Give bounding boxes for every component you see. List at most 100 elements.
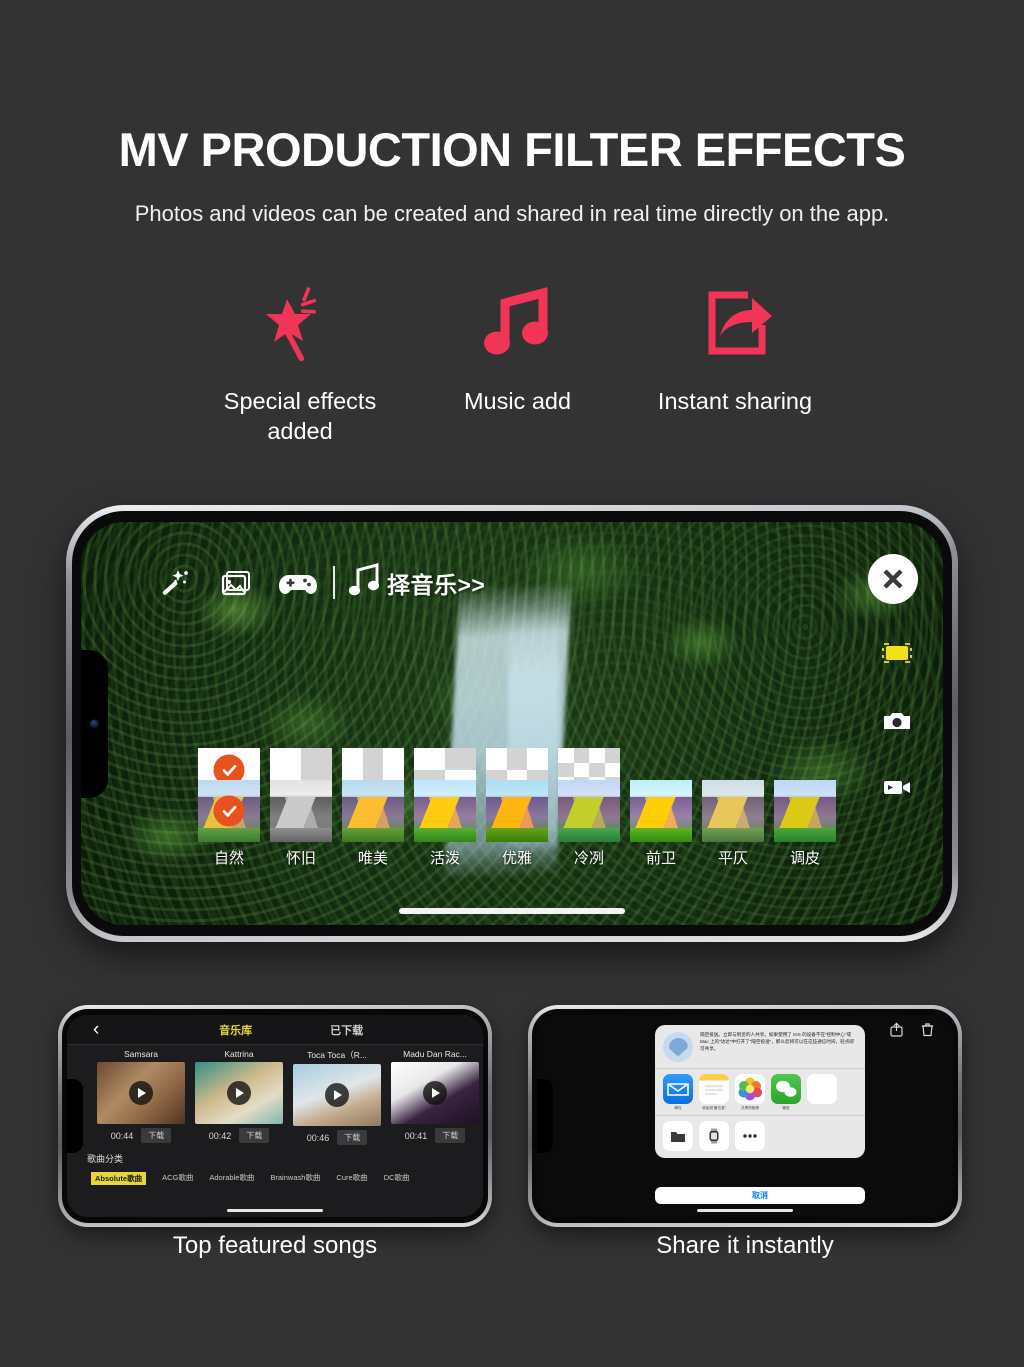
list-item[interactable]: Madu Dan Rac... 00:41 下载 — [391, 1049, 479, 1145]
category-chip[interactable]: Absolute歌曲 — [91, 1172, 147, 1185]
list-item[interactable]: Kattrina 00:42 下载 — [195, 1049, 283, 1145]
thumb-grass — [558, 828, 620, 842]
filter-label: 自然 — [213, 850, 244, 867]
close-button[interactable] — [868, 554, 918, 604]
phone-bezel: ‹ 音乐库 已下载 Samsara 00:44 下载 Kattrina 00:4… — [62, 1009, 488, 1223]
editor-toolbar: 择音乐>> — [143, 560, 485, 605]
thumb-grass — [198, 828, 260, 842]
filter-item[interactable]: 怀旧 — [270, 780, 332, 868]
gamepad-icon[interactable] — [267, 566, 329, 600]
page-title: MV PRODUCTION FILTER EFFECTS — [118, 123, 906, 176]
filter-item[interactable]: 自然 — [198, 780, 260, 868]
airdrop-glyph — [668, 1037, 688, 1057]
category-list: Absolute歌曲 ACG歌曲 Adorable歌曲 Brainwash歌曲 … — [67, 1165, 483, 1185]
filter-item[interactable]: 唯美 — [342, 780, 404, 868]
page-subtitle: Photos and videos can be created and sha… — [134, 201, 890, 226]
list-item[interactable]: Toca Toca（R... 00:46 下载 — [293, 1049, 381, 1145]
song-title: Toca Toca（R... — [307, 1050, 367, 1060]
layout-cell — [589, 748, 605, 763]
play-icon — [236, 1088, 244, 1098]
category-chip[interactable]: Brainwash歌曲 — [270, 1172, 320, 1185]
filter-thumbnail — [630, 780, 692, 842]
filter-item[interactable]: 平仄 — [702, 780, 764, 868]
play-button[interactable] — [423, 1081, 447, 1105]
song-title: Kattrina — [224, 1049, 254, 1059]
layout-cell — [506, 748, 528, 770]
play-icon — [138, 1088, 146, 1098]
more-icon[interactable] — [735, 1120, 765, 1151]
list-item[interactable]: Samsara 00:44 下载 — [97, 1049, 185, 1145]
watch-icon[interactable] — [699, 1120, 729, 1151]
layout-cell — [558, 748, 574, 763]
share-sheet-panel: 隔空投送。立即与附近的人共享。如果使用了 iOS 的设备不在“控制中心”或 Ma… — [655, 1025, 865, 1158]
airdrop-icon[interactable] — [663, 1032, 693, 1062]
filter-item[interactable]: 冷冽 — [558, 780, 620, 868]
share-app[interactable]: 邮件 — [663, 1074, 693, 1111]
tab-music-library[interactable]: 音乐库 — [219, 1022, 252, 1038]
home-indicator — [227, 1209, 323, 1212]
airdrop-description: 隔空投送。立即与附近的人共享。如果使用了 iOS 的设备不在“控制中心”或 Ma… — [700, 1032, 854, 1051]
filter-thumbnail — [774, 780, 836, 842]
layout-cell — [527, 748, 548, 770]
filter-thumbnail — [558, 780, 620, 842]
music-note-icon[interactable] — [344, 560, 384, 605]
notch — [537, 1079, 553, 1153]
play-button[interactable] — [227, 1081, 251, 1105]
front-camera-icon — [90, 719, 99, 728]
share-app[interactable] — [807, 1074, 837, 1111]
filter-item[interactable]: 调皮 — [774, 780, 836, 868]
filter-row: 自然 怀旧 唯美 活泼 优雅 冷冽 前卫 平仄 调皮 — [198, 780, 836, 868]
more-app-icon — [807, 1074, 837, 1104]
filter-item[interactable]: 活泼 — [414, 780, 476, 868]
files-icon[interactable] — [663, 1120, 693, 1151]
thumb-grass — [486, 828, 548, 842]
select-music-label[interactable]: 择音乐>> — [387, 566, 485, 600]
category-chip[interactable]: Cure歌曲 — [336, 1172, 367, 1185]
thumb-grass — [270, 828, 332, 842]
video-camera-icon[interactable] — [882, 776, 912, 803]
category-chip[interactable]: Adorable歌曲 — [209, 1172, 254, 1185]
filter-item[interactable]: 优雅 — [486, 780, 548, 868]
album-art — [391, 1062, 479, 1124]
toolbar-divider — [333, 566, 335, 599]
thumb-grass — [414, 828, 476, 842]
filter-item[interactable]: 前卫 — [630, 780, 692, 868]
download-button[interactable]: 下载 — [435, 1128, 466, 1143]
share-icon[interactable] — [889, 1022, 904, 1042]
share-app[interactable]: 添加到“备忘录” — [699, 1074, 729, 1111]
category-chip[interactable]: ACG歌曲 — [162, 1172, 193, 1185]
notch — [81, 649, 108, 798]
download-button[interactable]: 下载 — [141, 1128, 172, 1143]
home-indicator — [697, 1209, 793, 1212]
layout-cell — [414, 748, 445, 770]
music-library-tabs: 音乐库 已下载 — [99, 1022, 483, 1038]
phone-share-sheet: 隔空投送。立即与附近的人共享。如果使用了 iOS 的设备不在“控制中心”或 Ma… — [528, 1005, 962, 1227]
tab-downloaded[interactable]: 已下载 — [330, 1022, 363, 1038]
notch — [67, 1079, 83, 1153]
thumb-grass — [630, 828, 692, 842]
music-library-navbar: ‹ 音乐库 已下载 — [67, 1015, 483, 1045]
filter-label: 唯美 — [357, 850, 388, 867]
play-button[interactable] — [129, 1081, 153, 1105]
filter-label: 优雅 — [501, 850, 532, 867]
share-app[interactable]: 微信 — [771, 1074, 801, 1111]
magic-wand-icon[interactable] — [143, 565, 205, 601]
filmstrip-frame-icon[interactable] — [881, 640, 913, 671]
phone-editor: 择音乐>> 自然 怀旧 唯美 活泼 优雅 冷冽 前卫 平仄 调皮 — [66, 505, 958, 942]
image-icon[interactable] — [205, 566, 267, 600]
download-button[interactable]: 下载 — [337, 1130, 368, 1145]
play-button[interactable] — [325, 1083, 349, 1107]
share-app[interactable]: 共享的相簿 — [735, 1074, 765, 1111]
play-icon — [334, 1090, 342, 1100]
cancel-button[interactable]: 取消 — [655, 1187, 865, 1204]
trash-icon[interactable] — [920, 1022, 935, 1042]
album-art — [195, 1062, 283, 1124]
home-indicator — [399, 908, 625, 914]
song-duration: 00:41 — [404, 1130, 428, 1141]
download-button[interactable]: 下载 — [239, 1128, 270, 1143]
category-chip[interactable]: DC歌曲 — [384, 1172, 410, 1185]
camera-icon[interactable] — [882, 709, 912, 738]
feature-music-add: Music add — [423, 278, 613, 416]
selected-check-icon — [213, 795, 245, 827]
filter-label: 调皮 — [789, 850, 820, 867]
